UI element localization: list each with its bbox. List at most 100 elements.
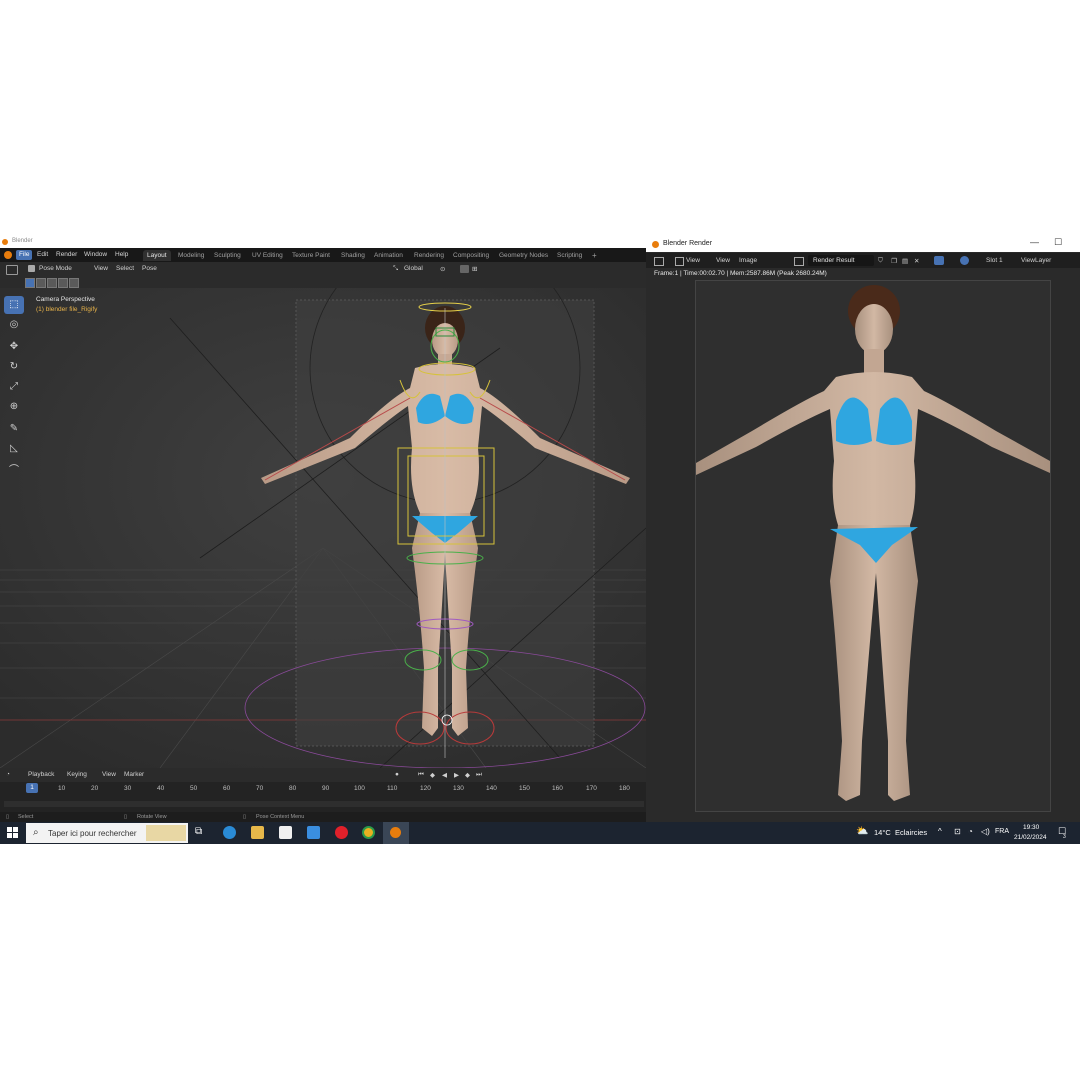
menu-window[interactable]: Window (84, 251, 107, 258)
chrome-icon[interactable] (362, 826, 375, 839)
task-view-icon[interactable]: ⧉ (195, 826, 208, 839)
view-menu[interactable]: View (94, 265, 108, 272)
menu-render[interactable]: Render (56, 251, 77, 258)
weather-temp[interactable]: 14°C (874, 828, 891, 837)
rotate-tool-icon[interactable]: ↻ (4, 358, 24, 376)
mail-icon[interactable] (307, 826, 320, 839)
weather-icon[interactable]: ⛅ (856, 826, 868, 837)
mode-dropdown[interactable]: Pose Mode (39, 265, 72, 272)
scale-tool-icon[interactable]: ⤢ (4, 378, 24, 396)
bone-tool-icon[interactable]: ⌒ (4, 462, 24, 480)
timeline-scrollbar[interactable] (4, 801, 644, 807)
clock-date[interactable]: 21/02/2024 (1014, 834, 1047, 841)
cursor-tool-icon[interactable]: ◎ (4, 316, 24, 334)
current-frame-indicator[interactable]: 1 (26, 783, 38, 793)
blender-menu-icon[interactable] (4, 251, 12, 259)
frame-tick: 80 (289, 785, 297, 792)
blender-main-window: Blender File Edit Render Window Help Lay… (0, 236, 646, 822)
taskbar-search-box[interactable]: ⌕ Taper ici pour rechercher (26, 823, 188, 843)
record-icon[interactable]: ● (395, 771, 399, 778)
menu-edit[interactable]: Edit (37, 251, 48, 258)
annotate-tool-icon[interactable]: ✎ (4, 420, 24, 438)
blender-taskbar-button[interactable] (383, 822, 409, 844)
maximize-icon[interactable]: ☐ (1054, 237, 1062, 248)
weather-desc[interactable]: Eclaircies (895, 828, 927, 837)
menu-file[interactable]: File (16, 250, 33, 260)
chevron-up-icon[interactable]: ^ (938, 827, 942, 836)
select-menu[interactable]: Select (116, 265, 134, 272)
image-browse-icon[interactable] (794, 257, 804, 266)
display-channels-icon[interactable] (960, 256, 969, 265)
select-invert-icon[interactable] (58, 278, 68, 288)
render-result-image[interactable] (695, 280, 1051, 812)
tab-layout[interactable]: Layout (143, 250, 171, 261)
frame-tick: 140 (486, 785, 497, 792)
tab-shading[interactable]: Shading (337, 250, 369, 261)
view-menu[interactable]: View (716, 257, 730, 264)
tab-scripting[interactable]: Scripting (553, 250, 586, 261)
slot-dropdown[interactable]: Slot 1 (986, 257, 1003, 264)
timeline[interactable]: ◔ Playback Keying View Marker ● ⏮ ◆ ◀ ▶ … (0, 768, 646, 812)
orientation-dropdown[interactable]: Global (404, 265, 423, 272)
viewlayer-dropdown[interactable]: ViewLayer (1021, 257, 1051, 264)
measure-tool-icon[interactable]: ◺ (4, 440, 24, 458)
snap-icon[interactable] (460, 265, 469, 273)
render-result-field[interactable]: Render Result (808, 255, 874, 266)
select-extend-icon[interactable] (36, 278, 46, 288)
store-icon[interactable] (279, 826, 292, 839)
image-editor-header: View View Image Render Result ⛉ ❐ ▤ ✕ Sl… (646, 253, 1080, 268)
select-box-tool-icon[interactable]: ⬚ (4, 296, 24, 314)
wifi-icon[interactable]: ◔ (968, 827, 973, 836)
timeline-editor-icon[interactable]: ◔ (6, 771, 10, 778)
tab-geometry-nodes[interactable]: Geometry Nodes (495, 250, 552, 261)
jump-end-icon[interactable]: ⏭ (476, 771, 482, 779)
tab-modeling[interactable]: Modeling (174, 250, 208, 261)
network-icon[interactable]: ⊡ (954, 827, 961, 836)
new-image-icon[interactable]: ❐ (891, 257, 897, 265)
pivot-icon[interactable]: ⊙ (440, 265, 445, 273)
open-image-icon[interactable]: ▤ (902, 257, 908, 265)
play-reverse-icon[interactable]: ◀ (442, 771, 447, 779)
opera-icon[interactable] (335, 826, 348, 839)
tab-rendering[interactable]: Rendering (410, 250, 448, 261)
menu-help[interactable]: Help (115, 251, 128, 258)
editor-type-icon[interactable] (654, 257, 664, 266)
minimize-icon[interactable]: — (1030, 237, 1039, 247)
timeline-view-menu[interactable]: View (102, 771, 116, 778)
play-icon[interactable]: ▶ (454, 771, 459, 779)
file-explorer-icon[interactable] (251, 826, 264, 839)
keying-menu[interactable]: Keying (67, 771, 87, 778)
pose-menu[interactable]: Pose (142, 265, 157, 272)
sample-tool-icon[interactable] (934, 256, 944, 265)
fake-user-icon[interactable]: ⛉ (878, 257, 883, 265)
move-tool-icon[interactable]: ✥ (4, 338, 24, 356)
language-indicator[interactable]: FRA (995, 828, 1009, 835)
view-mode-icon[interactable] (675, 257, 684, 266)
tab-sculpting[interactable]: Sculpting (210, 250, 245, 261)
editor-type-icon[interactable] (6, 265, 18, 275)
view-dropdown[interactable]: View (686, 257, 700, 264)
add-workspace-button[interactable]: + (588, 250, 601, 261)
next-keyframe-icon[interactable]: ◆ (465, 771, 470, 779)
jump-start-icon[interactable]: ⏮ (418, 771, 424, 779)
select-intersect-icon[interactable] (69, 278, 79, 288)
edge-icon[interactable] (223, 826, 236, 839)
tab-compositing[interactable]: Compositing (449, 250, 493, 261)
blender-app-icon (390, 827, 401, 838)
playback-menu[interactable]: Playback (28, 771, 54, 778)
select-subtract-icon[interactable] (47, 278, 57, 288)
marker-menu[interactable]: Marker (124, 771, 144, 778)
volume-icon[interactable]: ◁) (981, 827, 990, 836)
unlink-icon[interactable]: ✕ (914, 257, 919, 265)
tab-animation[interactable]: Animation (370, 250, 407, 261)
transform-tool-icon[interactable]: ⊕ (4, 398, 24, 416)
prev-keyframe-icon[interactable]: ◆ (430, 771, 435, 779)
image-menu[interactable]: Image (739, 257, 757, 264)
tab-texture-paint[interactable]: Texture Paint (288, 250, 334, 261)
tab-uv-editing[interactable]: UV Editing (248, 250, 287, 261)
windows-start-icon[interactable] (7, 827, 18, 838)
select-new-icon[interactable] (25, 278, 35, 288)
3d-viewport[interactable]: ⬚ ◎ ✥ ↻ ⤢ ⊕ ✎ ◺ ⌒ Camera Perspective (1)… (0, 288, 646, 768)
proportional-icon[interactable]: ⊞ (472, 265, 477, 273)
clock-time[interactable]: 19:30 (1023, 824, 1039, 831)
